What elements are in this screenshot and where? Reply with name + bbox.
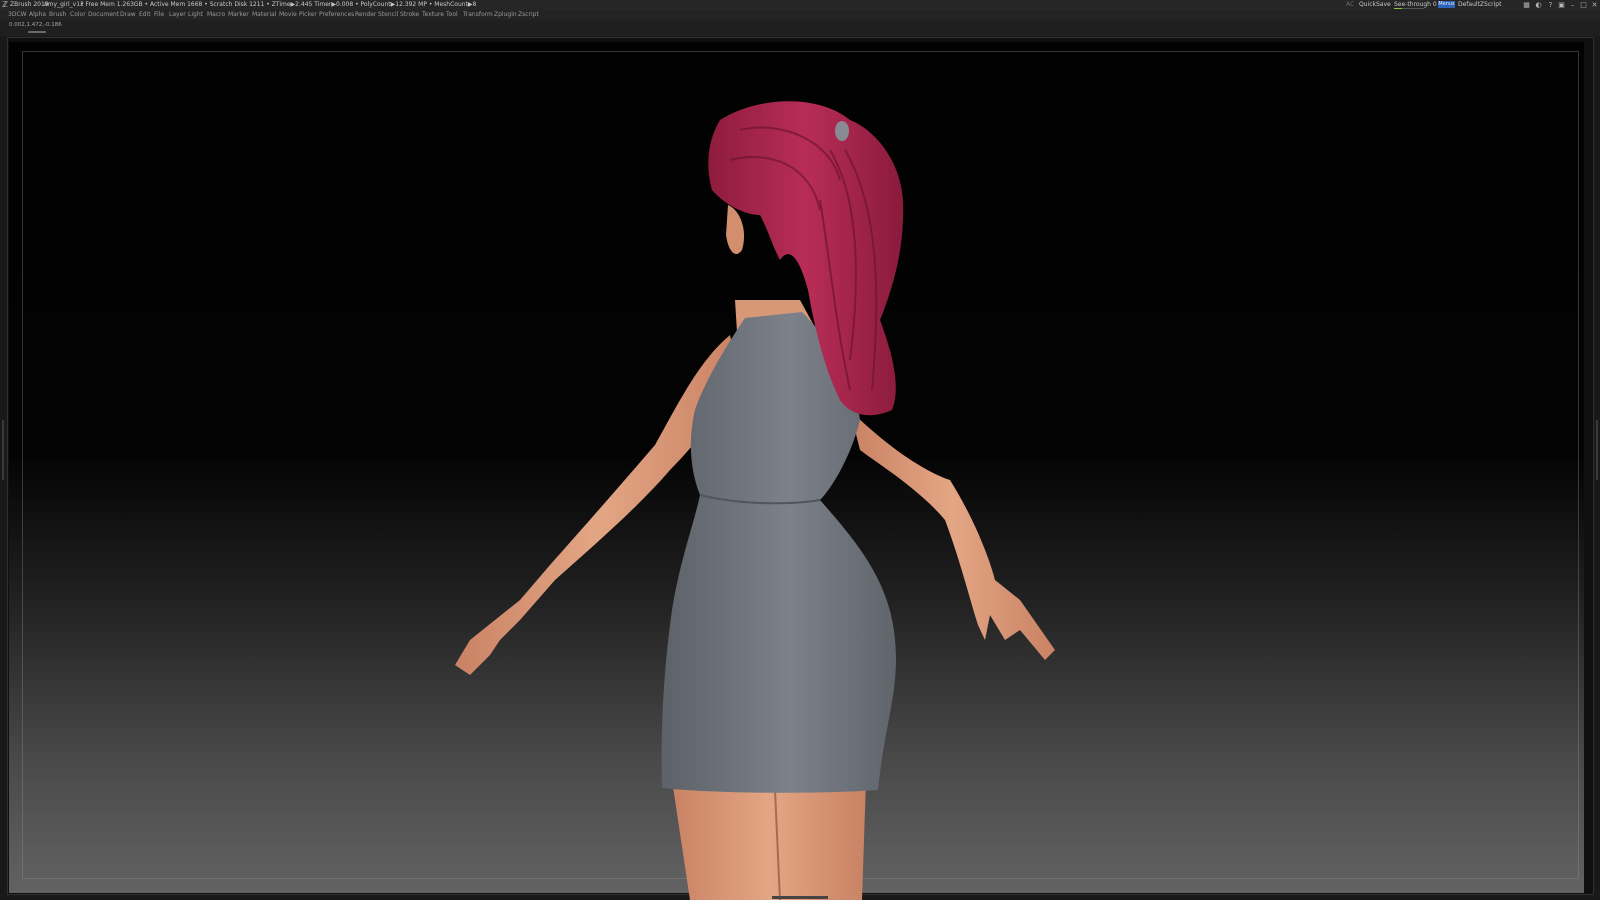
ear xyxy=(726,205,745,255)
bottom-tray-handle[interactable] xyxy=(772,896,828,899)
legs xyxy=(672,780,866,900)
right-tray-handle[interactable] xyxy=(1596,420,1598,480)
model-viewport[interactable] xyxy=(0,0,1600,900)
hair-tie xyxy=(835,121,849,141)
left-tray-handle[interactable] xyxy=(2,420,4,480)
zbrush-window: ℤ ZBrush 2019 amy_girl_v12 • Free Mem 1.… xyxy=(0,0,1600,900)
